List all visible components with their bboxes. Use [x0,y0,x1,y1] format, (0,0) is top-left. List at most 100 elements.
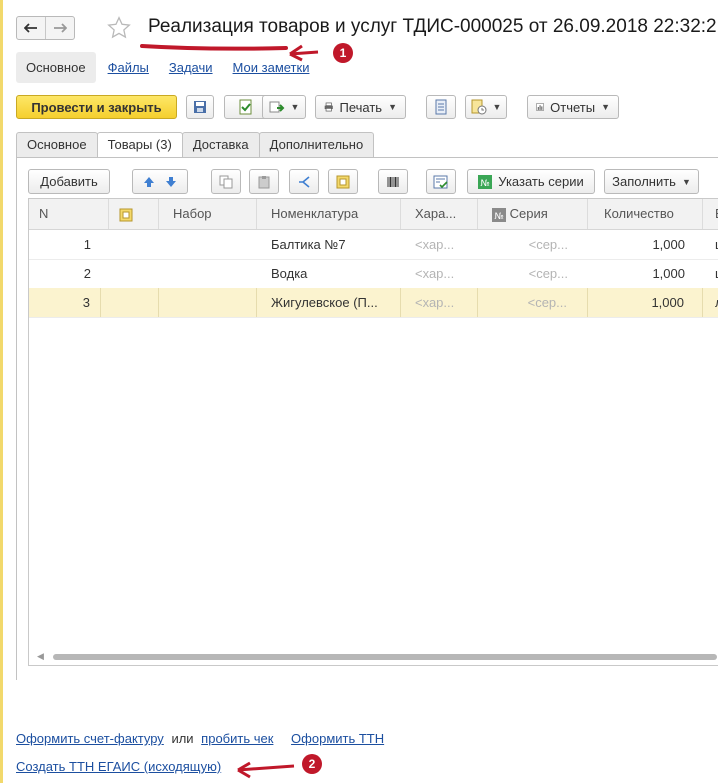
scrollbar-thumb[interactable] [53,654,717,660]
row-series: <сер... [528,237,568,252]
specify-series-button[interactable]: № Указать серии [467,169,595,194]
create-egais-ttn-link[interactable]: Создать ТТН ЕГАИС (исходящую) [16,759,221,774]
row-set-cell [109,288,159,317]
reports-button[interactable]: Отчеты ▼ [527,95,619,119]
tab-delivery[interactable]: Доставка [181,132,260,157]
post-and-close-label: Провести и закрыть [31,99,162,115]
attachments-button[interactable]: ▼ [465,95,507,119]
structure-button[interactable] [426,95,456,119]
annotation-badge-2: 2 [302,754,322,774]
list-icon [435,99,447,115]
check-button[interactable] [426,169,456,194]
fill-label: Заполнить [612,174,676,189]
row-unit: л [703,288,718,317]
goods-table: N Набор Номенклатура Хара... № Серия Кол… [28,198,718,666]
column-header-n[interactable]: N [29,199,109,229]
row-number: 2 [83,266,91,281]
paste-icon [258,175,270,188]
save-icon [194,101,206,113]
column-header-qty[interactable]: Количество [588,199,703,229]
row-number: 3 [29,288,101,317]
table-row[interactable]: 2 Водка <хар... <сер... 1,000 ш [29,259,718,289]
left-accent-stripe [0,0,3,783]
back-button[interactable] [17,17,45,39]
annotation-arrow-2 [237,761,295,779]
column-header-set[interactable]: Набор [159,199,257,229]
barcode-icon [387,176,399,187]
row-qty: 1,000 [652,266,685,281]
row-number: 1 [83,237,91,252]
or-text: или [171,731,194,746]
annotation-badge-1: 1 [333,43,353,63]
checklist-icon [433,175,448,188]
print-button[interactable]: Печать ▼ [315,95,406,119]
table-row[interactable]: 1 Балтика №7 <хар... <сер... 1,000 ш [29,230,718,260]
column-header-series-label: Серия [509,206,548,221]
create-based-on-button[interactable]: ▼ [262,95,306,119]
row-characteristic: <хар... [415,266,455,281]
row-item: Жигулевское (П... [257,288,401,317]
post-and-close-button[interactable]: Провести и закрыть [16,95,177,119]
column-header-characteristic[interactable]: Хара... [401,199,478,229]
column-header-series[interactable]: № Серия [478,199,588,229]
tab-additional[interactable]: Дополнительно [258,132,375,157]
table-row-selected[interactable]: 3 Жигулевское (П... <хар... <сер... 1,00… [29,288,718,318]
chevron-down-icon: ▼ [601,102,610,112]
column-header-set-icon[interactable] [109,199,159,229]
chevron-down-icon: ▼ [492,102,502,112]
column-header-unit[interactable]: Е [703,199,718,229]
document-tabs: Основное Товары (3) Доставка Дополнитель… [16,132,375,158]
arrow-down-icon[interactable] [165,176,177,188]
split-row-button[interactable] [289,169,319,194]
svg-text:№: № [494,212,503,222]
column-header-item[interactable]: Номенклатура [257,199,401,229]
row-qty: 1,000 [652,237,685,252]
row-set [159,288,257,317]
tab-main[interactable]: Основное [16,132,98,157]
forward-button[interactable] [45,17,74,39]
egais-actions: Создать ТТН ЕГАИС (исходящую) [16,759,221,774]
post-document-icon [239,99,252,115]
add-row-button[interactable]: Добавить [28,169,110,194]
set-icon [119,208,133,222]
tab-goods[interactable]: Товары (3) [96,132,183,158]
sets-button[interactable] [328,169,358,194]
set-icon [336,175,350,188]
create-ttn-link[interactable]: Оформить ТТН [291,731,384,746]
horizontal-scrollbar[interactable]: ◀ [37,651,717,662]
printer-icon [324,102,333,112]
row-item: Водка [271,266,308,281]
chevron-down-icon: ▼ [681,176,691,187]
fill-button[interactable]: Заполнить ▼ [604,169,699,194]
barcode-button[interactable] [378,169,408,194]
arrow-up-icon[interactable] [143,176,155,188]
row-unit: ш [703,259,718,288]
reports-label: Отчеты [550,99,596,115]
history-nav [16,16,75,40]
row-qty: 1,000 [588,288,703,317]
star-icon[interactable] [106,15,132,41]
svg-text:№: № [481,179,490,189]
chevron-down-icon: ▼ [388,102,397,112]
specify-series-label: Указать серии [498,174,584,189]
annotation-arrow-1 [140,44,319,62]
save-button[interactable] [186,95,214,119]
row-item: Балтика №7 [271,237,346,252]
main-toolbar: Провести и закрыть ▼ Печать ▼ ▼ Отчеты ▼ [16,95,716,121]
paste-button[interactable] [249,169,279,194]
split-icon [299,175,310,188]
arrow-right-icon [54,23,67,33]
section-main[interactable]: Основное [16,52,96,83]
page-title: Реализация товаров и услуг ТДИС-000025 о… [148,16,717,37]
series-number-icon: № [478,174,493,189]
row-series: <сер... [528,266,568,281]
copy-button[interactable] [211,169,241,194]
copy-icon [219,175,233,188]
create-invoice-link[interactable]: Оформить счет-фактуру [16,731,164,746]
scroll-left-icon[interactable]: ◀ [37,651,44,662]
chevron-down-icon: ▼ [290,102,300,112]
row-series: <сер... [478,288,588,317]
table-toolbar: Добавить № Указать серии Заполнить ▼ [28,169,718,195]
print-receipt-link[interactable]: пробить чек [201,731,273,746]
row-characteristic: <хар... [415,237,455,252]
